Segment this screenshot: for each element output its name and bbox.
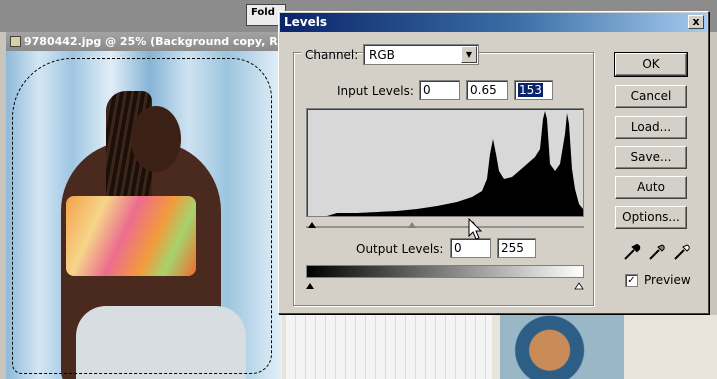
output-white-slider bbox=[574, 282, 584, 290]
background-documents bbox=[282, 315, 717, 379]
save-button[interactable]: Save... bbox=[615, 146, 687, 169]
photo-garment bbox=[66, 196, 196, 276]
document-titlebar[interactable]: 9780442.jpg @ 25% (Background copy, R bbox=[6, 32, 282, 51]
channel-select[interactable]: RGB ▼ bbox=[363, 44, 479, 65]
dialog-titlebar[interactable]: Levels x bbox=[280, 13, 707, 32]
close-icon: x bbox=[692, 15, 700, 28]
output-black-slider bbox=[306, 283, 314, 289]
background-document-a[interactable] bbox=[286, 315, 492, 379]
histogram bbox=[306, 108, 584, 217]
output-levels-label: Output Levels: bbox=[356, 242, 444, 256]
document-title: 9780442.jpg @ 25% (Background copy, R bbox=[24, 35, 278, 48]
document-icon bbox=[10, 36, 21, 47]
background-document-b[interactable] bbox=[500, 315, 624, 379]
dialog-title: Levels bbox=[284, 15, 328, 29]
channel-label: Channel: bbox=[305, 48, 359, 62]
chevron-down-icon[interactable]: ▼ bbox=[461, 46, 477, 63]
close-button[interactable]: x bbox=[688, 15, 704, 29]
black-eyedropper-icon[interactable] bbox=[622, 242, 642, 262]
output-slider[interactable] bbox=[306, 279, 584, 290]
gray-eyedropper-icon[interactable] bbox=[647, 242, 667, 262]
auto-button[interactable]: Auto bbox=[615, 176, 687, 199]
photo-figure-head bbox=[131, 106, 181, 172]
channel-row: Channel: RGB ▼ bbox=[301, 44, 479, 66]
load-button[interactable]: Load... bbox=[615, 116, 687, 139]
white-eyedropper-icon[interactable] bbox=[672, 242, 692, 262]
ok-button[interactable]: OK bbox=[614, 52, 688, 77]
channel-value: RGB bbox=[369, 48, 395, 62]
gamma-slider bbox=[408, 222, 416, 228]
levels-dialog: Levels x Channel: RGB ▼ Input Levels: 0 … bbox=[278, 11, 709, 314]
preview-label: Preview bbox=[644, 273, 691, 287]
output-white-field[interactable]: 255 bbox=[497, 238, 536, 258]
input-black-field[interactable]: 0 bbox=[419, 80, 460, 100]
options-button[interactable]: Options... bbox=[615, 206, 687, 229]
photo-pants bbox=[76, 306, 246, 379]
cancel-button[interactable]: Cancel bbox=[615, 85, 687, 108]
black-point-slider bbox=[308, 222, 316, 228]
input-white-field[interactable]: 153 bbox=[514, 80, 553, 100]
mouse-pointer-icon bbox=[468, 217, 484, 245]
input-gamma-field[interactable]: 0.65 bbox=[466, 80, 508, 100]
input-levels-label: Input Levels: bbox=[337, 84, 414, 98]
input-slider[interactable] bbox=[306, 218, 584, 229]
document-canvas-photo[interactable] bbox=[6, 51, 282, 379]
preview-checkbox[interactable]: ✓ bbox=[625, 274, 638, 287]
output-gradient bbox=[306, 265, 584, 278]
